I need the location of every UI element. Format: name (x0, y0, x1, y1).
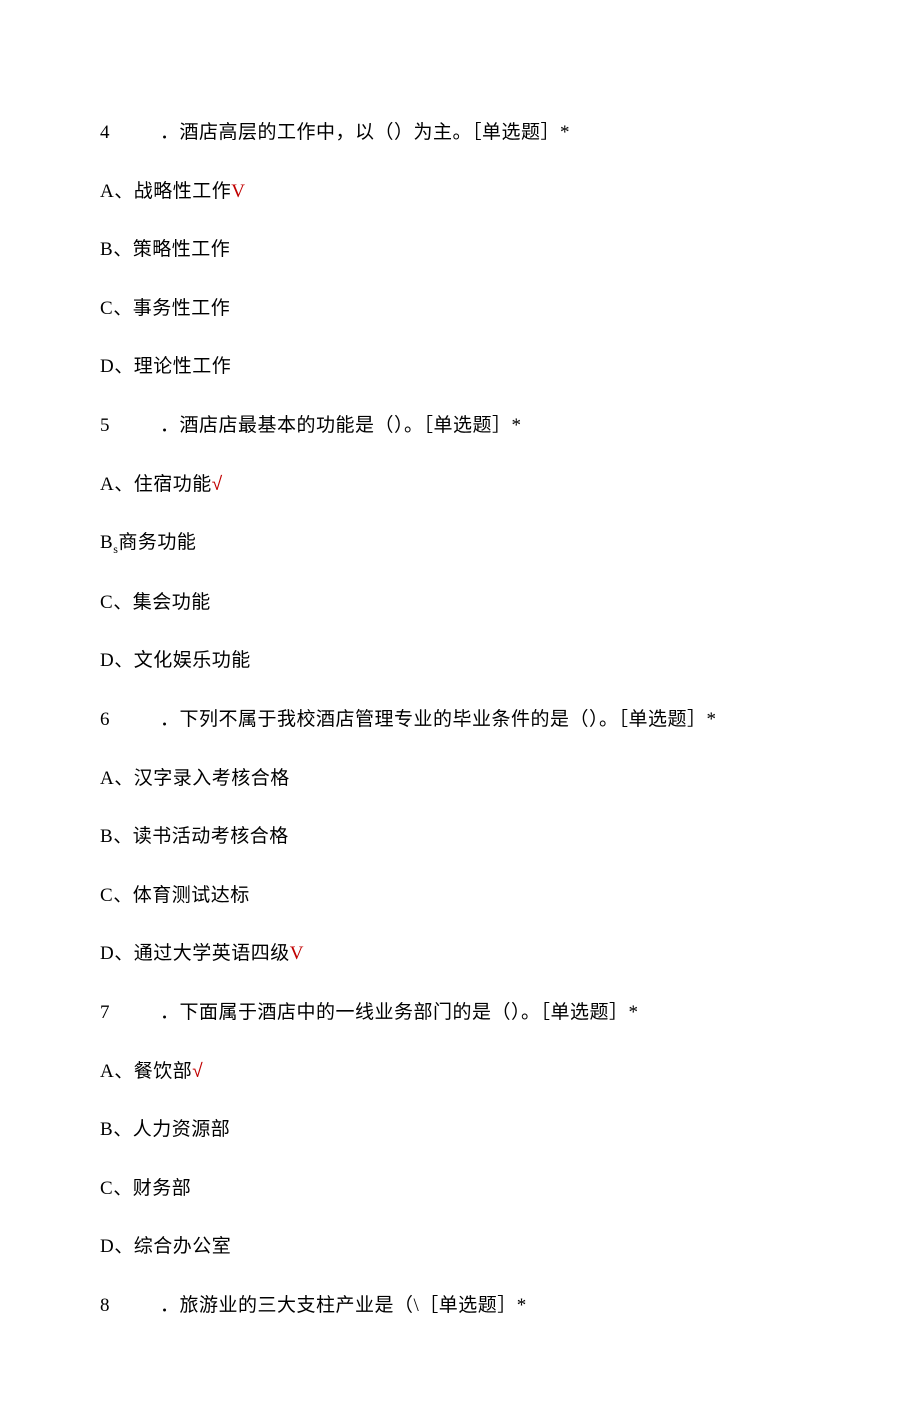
option-line: Bs商务功能 (100, 530, 840, 558)
option-letter: C (100, 592, 113, 613)
option-text: 餐饮部 (134, 1061, 193, 1082)
question-text: 酒店店最基本的功能是（）。［单选题］* (180, 415, 522, 436)
correct-answer-mark: V (231, 181, 245, 202)
option-separator: 、 (113, 885, 133, 906)
option-line: C、体育测试达标 (100, 883, 840, 910)
option-letter: B (100, 532, 113, 553)
option-separator: 、 (114, 181, 134, 202)
option-letter: C (100, 885, 113, 906)
option-separator: 、 (114, 356, 134, 377)
option-line: B、策略性工作 (100, 237, 840, 264)
option-text: 集会功能 (133, 592, 211, 613)
option-line: C、事务性工作 (100, 296, 840, 323)
option-separator: 、 (113, 1178, 133, 1199)
question-number: 6 (100, 707, 160, 734)
question-number: 4 (100, 120, 160, 147)
option-separator: 、 (113, 298, 133, 319)
question-prefix: ． (160, 709, 180, 730)
option-letter: D (100, 1236, 114, 1257)
question-line: 4．酒店高层的工作中，以（）为主。［单选题］* (100, 120, 840, 147)
question-number: 8 (100, 1293, 160, 1320)
question-prefix: ． (160, 1295, 180, 1316)
question-line: 7．下面属于酒店中的一线业务部门的是（）。［单选题］* (100, 1000, 840, 1027)
option-line: A、餐饮部√ (100, 1059, 840, 1086)
question-line: 5．酒店店最基本的功能是（）。［单选题］* (100, 413, 840, 440)
correct-answer-mark: V (290, 943, 304, 964)
question-number: 7 (100, 1000, 160, 1027)
option-letter: A (100, 474, 114, 495)
option-separator: 、 (113, 592, 133, 613)
option-separator: 、 (113, 1119, 133, 1140)
option-text: 策略性工作 (133, 239, 231, 260)
question-prefix: ． (160, 415, 180, 436)
option-letter: B (100, 239, 113, 260)
option-line: D、文化娱乐功能 (100, 648, 840, 675)
option-line: A、住宿功能√ (100, 472, 840, 499)
option-separator: 、 (114, 474, 134, 495)
option-text: 战略性工作 (134, 181, 232, 202)
option-line: B、读书活动考核合格 (100, 824, 840, 851)
question-text: 旅游业的三大支柱产业是（\［单选题］* (180, 1295, 527, 1316)
option-line: A、战略性工作V (100, 179, 840, 206)
option-text: 读书活动考核合格 (133, 826, 289, 847)
option-text: 财务部 (133, 1178, 192, 1199)
option-letter: D (100, 356, 114, 377)
option-letter: B (100, 826, 113, 847)
question-prefix: ． (160, 122, 180, 143)
option-text: 人力资源部 (133, 1119, 231, 1140)
option-text: 事务性工作 (133, 298, 231, 319)
option-text: 通过大学英语四级 (134, 943, 290, 964)
option-text: 住宿功能 (134, 474, 212, 495)
option-separator: 、 (114, 1061, 134, 1082)
option-separator: 、 (114, 1236, 134, 1257)
option-letter: D (100, 943, 114, 964)
option-text: 文化娱乐功能 (134, 650, 251, 671)
option-line: A、汉字录入考核合格 (100, 766, 840, 793)
option-line: D、理论性工作 (100, 354, 840, 381)
option-text: 汉字录入考核合格 (134, 768, 290, 789)
option-line: D、通过大学英语四级V (100, 941, 840, 968)
document-page: 4．酒店高层的工作中，以（）为主。［单选题］*A、战略性工作VB、策略性工作C、… (0, 0, 920, 1411)
option-separator: 、 (113, 239, 133, 260)
option-letter: C (100, 1178, 113, 1199)
option-line: D、综合办公室 (100, 1234, 840, 1261)
option-text: 体育测试达标 (133, 885, 250, 906)
question-prefix: ． (160, 1002, 180, 1023)
question-text: 下面属于酒店中的一线业务部门的是（）。［单选题］* (180, 1002, 639, 1023)
option-letter: A (100, 1061, 114, 1082)
option-line: C、集会功能 (100, 590, 840, 617)
option-letter: C (100, 298, 113, 319)
option-separator: 、 (113, 826, 133, 847)
option-separator: 、 (114, 768, 134, 789)
question-line: 8．旅游业的三大支柱产业是（\［单选题］* (100, 1293, 840, 1320)
option-letter: B (100, 1119, 113, 1140)
option-separator: 、 (114, 650, 134, 671)
option-text: 综合办公室 (134, 1236, 232, 1257)
correct-answer-mark: √ (212, 474, 223, 495)
option-text: 商务功能 (118, 532, 196, 553)
option-line: B、人力资源部 (100, 1117, 840, 1144)
option-letter: A (100, 181, 114, 202)
question-text: 下列不属于我校酒店管理专业的毕业条件的是（）。［单选题］* (180, 709, 717, 730)
option-text: 理论性工作 (134, 356, 232, 377)
correct-answer-mark: √ (192, 1061, 203, 1082)
question-text: 酒店高层的工作中，以（）为主。［单选题］* (180, 122, 571, 143)
question-line: 6．下列不属于我校酒店管理专业的毕业条件的是（）。［单选题］* (100, 707, 840, 734)
option-letter: D (100, 650, 114, 671)
option-separator: 、 (114, 943, 134, 964)
option-line: C、财务部 (100, 1176, 840, 1203)
option-letter: A (100, 768, 114, 789)
question-number: 5 (100, 413, 160, 440)
